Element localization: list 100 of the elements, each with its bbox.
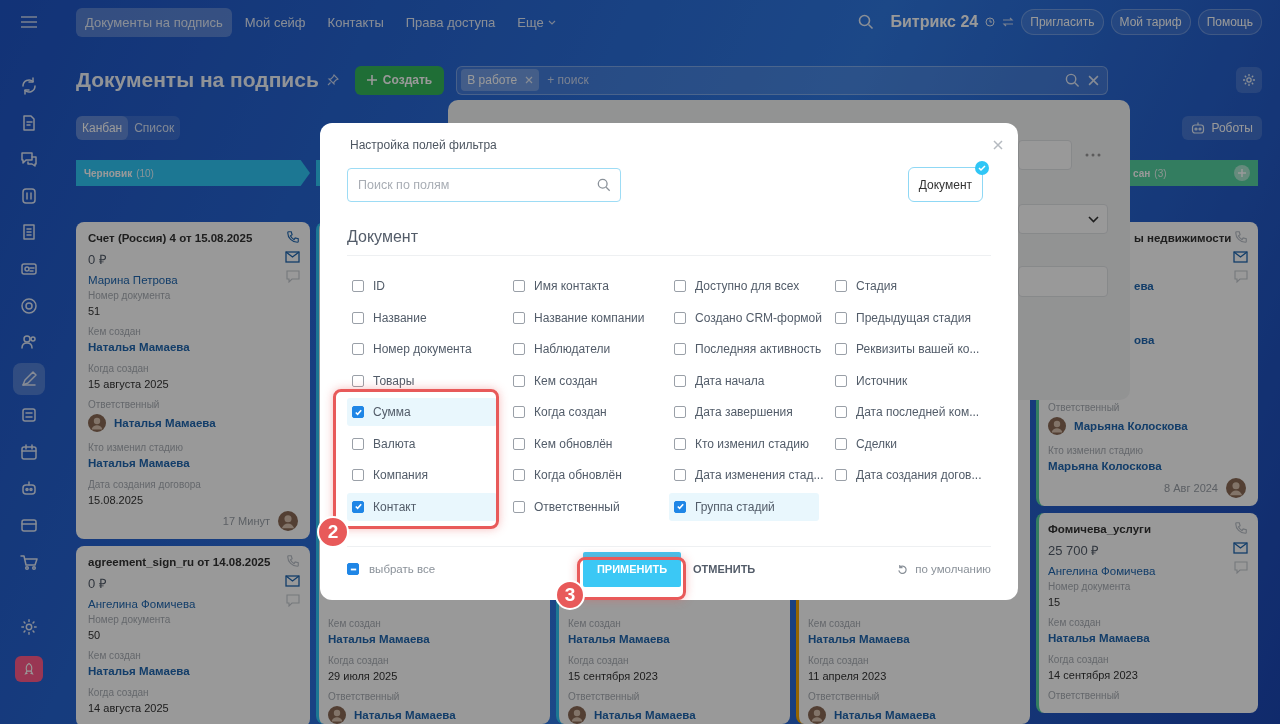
phone-icon[interactable] xyxy=(285,554,300,568)
field-option[interactable]: Наблюдатели xyxy=(508,335,658,363)
client-link[interactable]: Марина Петрова xyxy=(88,274,178,286)
mail-icon[interactable] xyxy=(285,575,300,587)
search-icon[interactable] xyxy=(1065,72,1081,88)
field-option[interactable]: Доступно для всех xyxy=(669,272,819,300)
checkbox[interactable] xyxy=(835,469,847,481)
card-title[interactable]: ы недвижимости xyxy=(1134,232,1232,244)
field-option[interactable]: Предыдущая стадия xyxy=(830,303,980,332)
field-option[interactable]: Группа стадий xyxy=(669,492,819,521)
field-option[interactable]: Кем создан xyxy=(508,366,658,395)
checkbox[interactable] xyxy=(674,437,686,450)
checkbox[interactable] xyxy=(352,500,364,513)
field-option[interactable]: Сделки xyxy=(830,429,980,458)
chat-icon[interactable] xyxy=(1233,270,1248,283)
checkbox[interactable] xyxy=(352,343,364,355)
field-option[interactable]: Название компании xyxy=(508,303,658,332)
field-option[interactable]: ID xyxy=(347,272,497,300)
search-icon[interactable] xyxy=(857,14,874,30)
more-icon[interactable] xyxy=(1085,153,1101,157)
field-option[interactable]: Когда обновлён xyxy=(508,461,658,489)
nav-tab[interactable]: Еще xyxy=(508,7,565,37)
checkbox[interactable] xyxy=(674,311,686,324)
mail-icon[interactable] xyxy=(1233,542,1248,554)
checkbox[interactable] xyxy=(835,374,847,387)
field-option[interactable]: Когда создан xyxy=(508,398,658,426)
checkbox[interactable] xyxy=(352,406,364,418)
person-link[interactable]: ова xyxy=(1134,334,1246,346)
mail-icon[interactable] xyxy=(285,251,300,263)
card-background[interactable] xyxy=(76,222,310,539)
checkbox[interactable] xyxy=(835,437,847,450)
search-field[interactable]: Поиск по полям xyxy=(347,167,621,202)
card-title[interactable]: Счет (Россия) 4 от 15.08.2025 xyxy=(88,232,253,244)
chat-icon[interactable] xyxy=(1233,561,1248,574)
checkbox[interactable] xyxy=(513,343,525,355)
client-link[interactable]: Ангелина Фомичева xyxy=(88,598,196,610)
field-option[interactable]: Дата изменения стад... xyxy=(669,461,828,489)
select-field[interactable] xyxy=(1018,204,1108,234)
input-field[interactable] xyxy=(1018,140,1072,170)
checkbox[interactable] xyxy=(347,563,359,575)
field-option[interactable]: Сумма xyxy=(347,398,497,426)
checkbox[interactable] xyxy=(674,469,686,481)
person-link[interactable]: Марьяна Колоскова xyxy=(1074,420,1188,432)
person-link[interactable]: Наталья Мамаева xyxy=(328,633,538,645)
field-option[interactable]: Дата завершения xyxy=(669,398,819,426)
person-link[interactable]: Наталья Мамаева xyxy=(88,457,298,469)
checkbox[interactable] xyxy=(674,343,686,355)
field-option[interactable]: Создано CRM-формой xyxy=(669,303,826,332)
menu-icon[interactable] xyxy=(21,16,37,28)
person-link[interactable]: Наталья Мамаева xyxy=(354,709,456,721)
close-icon[interactable] xyxy=(993,140,1003,150)
rocket-icon[interactable] xyxy=(15,655,43,682)
phone-icon[interactable] xyxy=(1233,230,1248,244)
select-all-label[interactable]: выбрать все xyxy=(369,563,436,575)
search-icon[interactable] xyxy=(597,177,611,192)
checkbox[interactable] xyxy=(513,311,525,324)
checkbox[interactable] xyxy=(352,280,364,292)
entity-button[interactable]: Документ xyxy=(907,167,983,202)
field-option[interactable]: Дата последней ком... xyxy=(830,398,984,426)
checkbox[interactable] xyxy=(513,437,525,450)
checkbox[interactable] xyxy=(674,280,686,292)
client-link[interactable]: Ангелина Фомичева xyxy=(1048,565,1156,577)
checkbox[interactable] xyxy=(674,374,686,387)
phone-icon[interactable] xyxy=(285,230,300,244)
field-option[interactable]: Дата создания догов... xyxy=(830,461,986,489)
field-option[interactable]: Реквизиты вашей ко... xyxy=(830,335,984,363)
chat-icon[interactable] xyxy=(285,270,300,283)
mail-icon[interactable] xyxy=(1233,251,1248,263)
person-link[interactable]: Наталья Мамаева xyxy=(1048,632,1246,644)
field-option[interactable]: Кто изменил стадию xyxy=(669,429,819,458)
field-option[interactable]: Последняя активность xyxy=(669,335,826,363)
checkbox[interactable] xyxy=(352,374,364,387)
checkbox[interactable] xyxy=(835,343,847,355)
person-link[interactable]: Марьяна Колоскова xyxy=(1048,460,1246,472)
checkbox[interactable] xyxy=(674,406,686,418)
checkbox[interactable] xyxy=(352,311,364,324)
field-option[interactable]: Ответственный xyxy=(508,492,658,521)
settings-icon[interactable] xyxy=(20,617,38,636)
field-option[interactable]: Источник xyxy=(830,366,980,395)
card-title[interactable]: Фомичева_услуги xyxy=(1048,523,1151,535)
person-link[interactable]: ева xyxy=(1134,280,1246,292)
checkbox[interactable] xyxy=(835,406,847,418)
field-option[interactable]: Имя контакта xyxy=(508,272,658,300)
phone-icon[interactable] xyxy=(1233,521,1248,535)
chat-icon[interactable] xyxy=(285,594,300,607)
person-link[interactable]: Наталья Мамаева xyxy=(594,709,696,721)
pin-icon[interactable] xyxy=(326,74,339,86)
field-option[interactable]: Контакт xyxy=(347,492,497,521)
person-link[interactable]: Наталья Мамаева xyxy=(834,709,936,721)
checkbox[interactable] xyxy=(352,469,364,481)
checkbox[interactable] xyxy=(352,437,364,450)
card-title[interactable]: agreement_sign_ru от 14.08.2025 xyxy=(88,556,271,568)
nav-tab[interactable]: Контакты xyxy=(318,7,393,37)
swap-icon[interactable] xyxy=(1002,17,1015,27)
person-link[interactable]: Наталья Мамаева xyxy=(114,417,216,429)
checkbox[interactable] xyxy=(513,280,525,292)
checkbox[interactable] xyxy=(513,406,525,418)
cancel-button[interactable]: ОТМЕНИТЬ xyxy=(693,563,756,575)
nav-tab[interactable]: Права доступа xyxy=(396,7,505,37)
checkbox[interactable] xyxy=(835,280,847,292)
